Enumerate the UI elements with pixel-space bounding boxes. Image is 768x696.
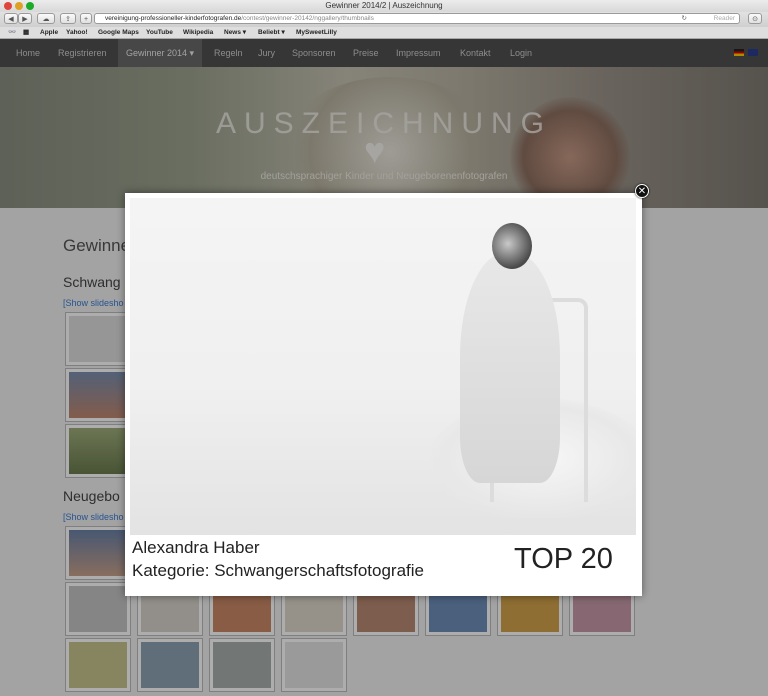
url-domain: vereinigung-professioneller-kinderfotogr… <box>105 15 242 22</box>
browser-toolbar: ◀ ▶ ☁ ⇪ + vereinigung-professioneller-ki… <box>0 12 768 27</box>
url-path: /contest/gewinner-20142/nggallery/thumbn… <box>241 15 374 22</box>
bookmarks-grid-icon[interactable]: ▦ <box>23 27 29 38</box>
photo-model <box>460 253 560 483</box>
bookmark-news[interactable]: News ▾ <box>224 27 246 38</box>
share-icon[interactable]: ⇪ <box>60 13 76 24</box>
close-icon[interactable]: ✕ <box>635 184 649 198</box>
reading-list-icon[interactable]: 👓 <box>8 27 16 38</box>
reader-button[interactable]: Reader <box>714 14 735 23</box>
close-window-icon[interactable] <box>4 2 12 10</box>
forward-button[interactable]: ▶ <box>18 13 32 24</box>
bookmark-youtube[interactable]: YouTube <box>146 27 173 38</box>
lightbox-dialog: Alexandra Haber Kategorie: Schwangerscha… <box>125 193 642 596</box>
bookmark-wikipedia[interactable]: Wikipedia <box>183 27 213 38</box>
add-bookmark-button[interactable]: + <box>80 13 92 24</box>
back-button[interactable]: ◀ <box>4 13 18 24</box>
window-titlebar: Gewinner 2014/2 | Auszeichnung <box>0 0 768 12</box>
bookmark-mysweetlilly[interactable]: MySweetLilly <box>296 27 337 38</box>
bookmarks-bar: 👓 ▦ Apple Yahoo! Google Maps YouTube Wik… <box>0 27 768 39</box>
photo-model-head <box>492 223 532 269</box>
minimize-window-icon[interactable] <box>15 2 23 10</box>
bookmark-apple[interactable]: Apple <box>40 27 58 38</box>
icloud-tabs-icon[interactable]: ☁ <box>37 13 55 24</box>
address-bar[interactable]: vereinigung-professioneller-kinderfotogr… <box>94 13 740 24</box>
photo-category: Kategorie: Schwangerschaftsfotografie <box>132 561 425 580</box>
window-title: Gewinner 2014/2 | Auszeichnung <box>325 1 443 10</box>
bookmark-beliebt[interactable]: Beliebt ▾ <box>258 27 285 38</box>
reload-icon[interactable]: ↻ <box>682 14 687 23</box>
photographer-name: Alexandra Haber <box>132 538 260 557</box>
lightbox-photo[interactable] <box>130 198 636 535</box>
zoom-window-icon[interactable] <box>26 2 34 10</box>
bookmark-google-maps[interactable]: Google Maps <box>98 27 139 38</box>
downloads-icon[interactable]: ⊙ <box>748 13 762 24</box>
rank-label: TOP 20 <box>514 543 613 575</box>
bookmark-yahoo[interactable]: Yahoo! <box>66 27 88 38</box>
